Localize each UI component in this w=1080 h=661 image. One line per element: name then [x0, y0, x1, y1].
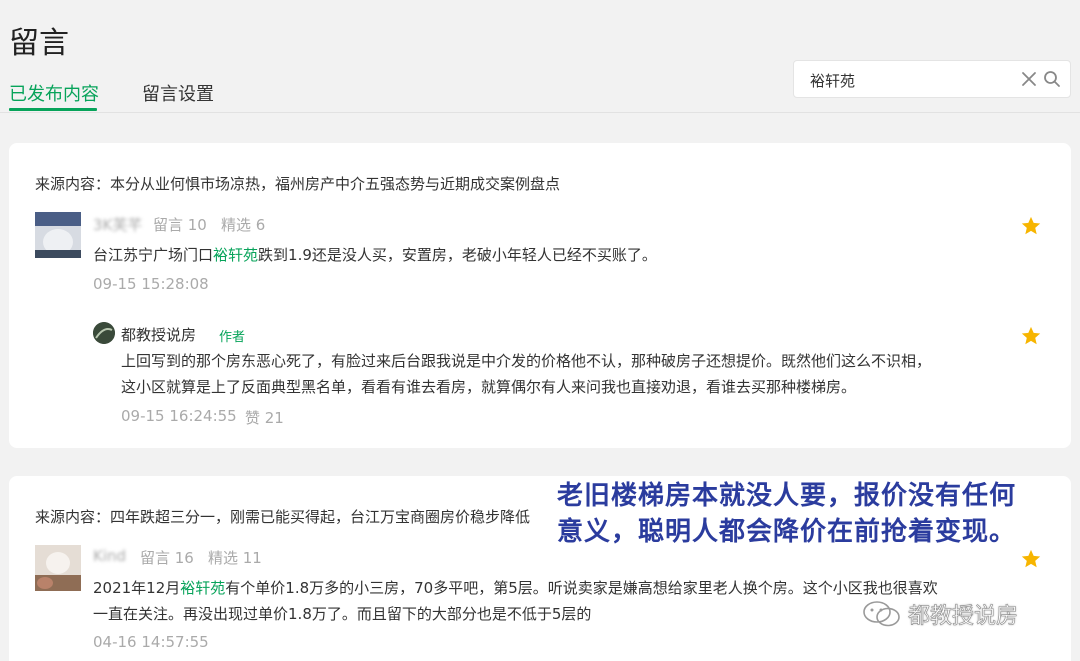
reply-likes[interactable]: 赞 21 [245, 407, 284, 428]
watermark-text: 都教授说房 [908, 604, 1019, 630]
page-title: 留言 [9, 26, 69, 61]
author-name[interactable]: 都教授说房 [121, 324, 196, 345]
comment-text-part: 2021年12月 [93, 579, 181, 597]
tab-comment-settings[interactable]: 留言设置 [142, 80, 214, 106]
reply-text-line: 上回写到的那个房东恶心死了，有脸过来后台跟我说是中介发的价格他不认，那种破房子还… [121, 352, 932, 370]
user-picked-count: 精选 11 [208, 549, 262, 567]
comment-text: 2021年12月裕轩苑有个单价1.8万多的小三房，70多平吧，第5层。听说卖家是… [93, 575, 938, 601]
active-tab-indicator [9, 108, 97, 111]
user-name[interactable]: 3K芙芊 [93, 214, 142, 235]
keyword-highlight: 裕轩苑 [180, 579, 226, 597]
overlay-annotation: 老旧楼梯房本就没人要，报价没有任何 意义，聪明人都会降价在前抢着变现。 [557, 478, 1057, 550]
source-content: 来源内容：四年跌超三分一，刚需已能买得起，台江万宝商圈房价稳步降低 [35, 508, 531, 526]
reply-time: 09-15 16:24:55 [121, 407, 237, 425]
star-icon[interactable] [1020, 325, 1042, 347]
search-icon[interactable] [1043, 70, 1061, 88]
header-divider [0, 112, 1080, 113]
avatar[interactable] [35, 212, 81, 258]
user-comment-count: 留言 16 [140, 549, 194, 567]
close-icon[interactable] [1020, 70, 1038, 88]
avatar-image [35, 212, 81, 258]
author-avatar[interactable] [93, 322, 115, 344]
avatar[interactable] [35, 545, 81, 591]
comment-time: 04-16 14:57:55 [93, 633, 209, 651]
user-name[interactable]: Kind [93, 547, 126, 565]
search-box [793, 60, 1071, 98]
keyword-highlight: 裕轩苑 [213, 246, 259, 264]
author-avatar-image [93, 322, 115, 344]
comment-text-part: 有个单价1.8万多的小三房，70多平吧，第5层。听说卖家是嫌高想给家里老人换个房… [225, 579, 938, 597]
avatar-image [35, 545, 81, 591]
overlay-line: 老旧楼梯房本就没人要，报价没有任何 [557, 481, 1017, 511]
search-input[interactable] [810, 69, 1010, 91]
user-picked-count: 精选 6 [221, 216, 266, 234]
reply-text-line: 这小区就算是上了反面典型黑名单，看看有谁去看房，就算偶尔有人来问我也直接劝退，看… [121, 378, 857, 396]
source-content: 来源内容：本分从业何惧市场凉热，福州房产中介五强态势与近期成交案例盘点 [35, 175, 561, 193]
comment-text-part: 跌到1.9还是没人买，安置房，老破小年轻人已经不买账了。 [258, 246, 657, 264]
tab-published[interactable]: 已发布内容 [9, 80, 99, 106]
comment-text: 台江苏宁广场门口裕轩苑跌到1.9还是没人买，安置房，老破小年轻人已经不买账了。 [93, 242, 657, 268]
watermark: 都教授说房 [862, 596, 1062, 630]
wechat-icon [863, 601, 900, 627]
author-badge: 作者 [219, 330, 246, 345]
star-icon[interactable] [1020, 215, 1042, 237]
overlay-line: 意义，聪明人都会降价在前抢着变现。 [557, 517, 1017, 547]
comment-text-part: 台江苏宁广场门口 [93, 246, 214, 264]
comment-card: 来源内容：本分从业何惧市场凉热，福州房产中介五强态势与近期成交案例盘点 3K芙芊… [9, 143, 1071, 448]
user-comment-count: 留言 10 [153, 216, 207, 234]
comment-text-line: 一直在关注。再没出现过单价1.8万了。而且留下的大部分也是不低于5层的 [93, 605, 592, 623]
comment-time: 09-15 15:28:08 [93, 275, 209, 293]
page-header: 留言 已发布内容 留言设置 [0, 0, 1080, 120]
star-icon[interactable] [1020, 548, 1042, 570]
